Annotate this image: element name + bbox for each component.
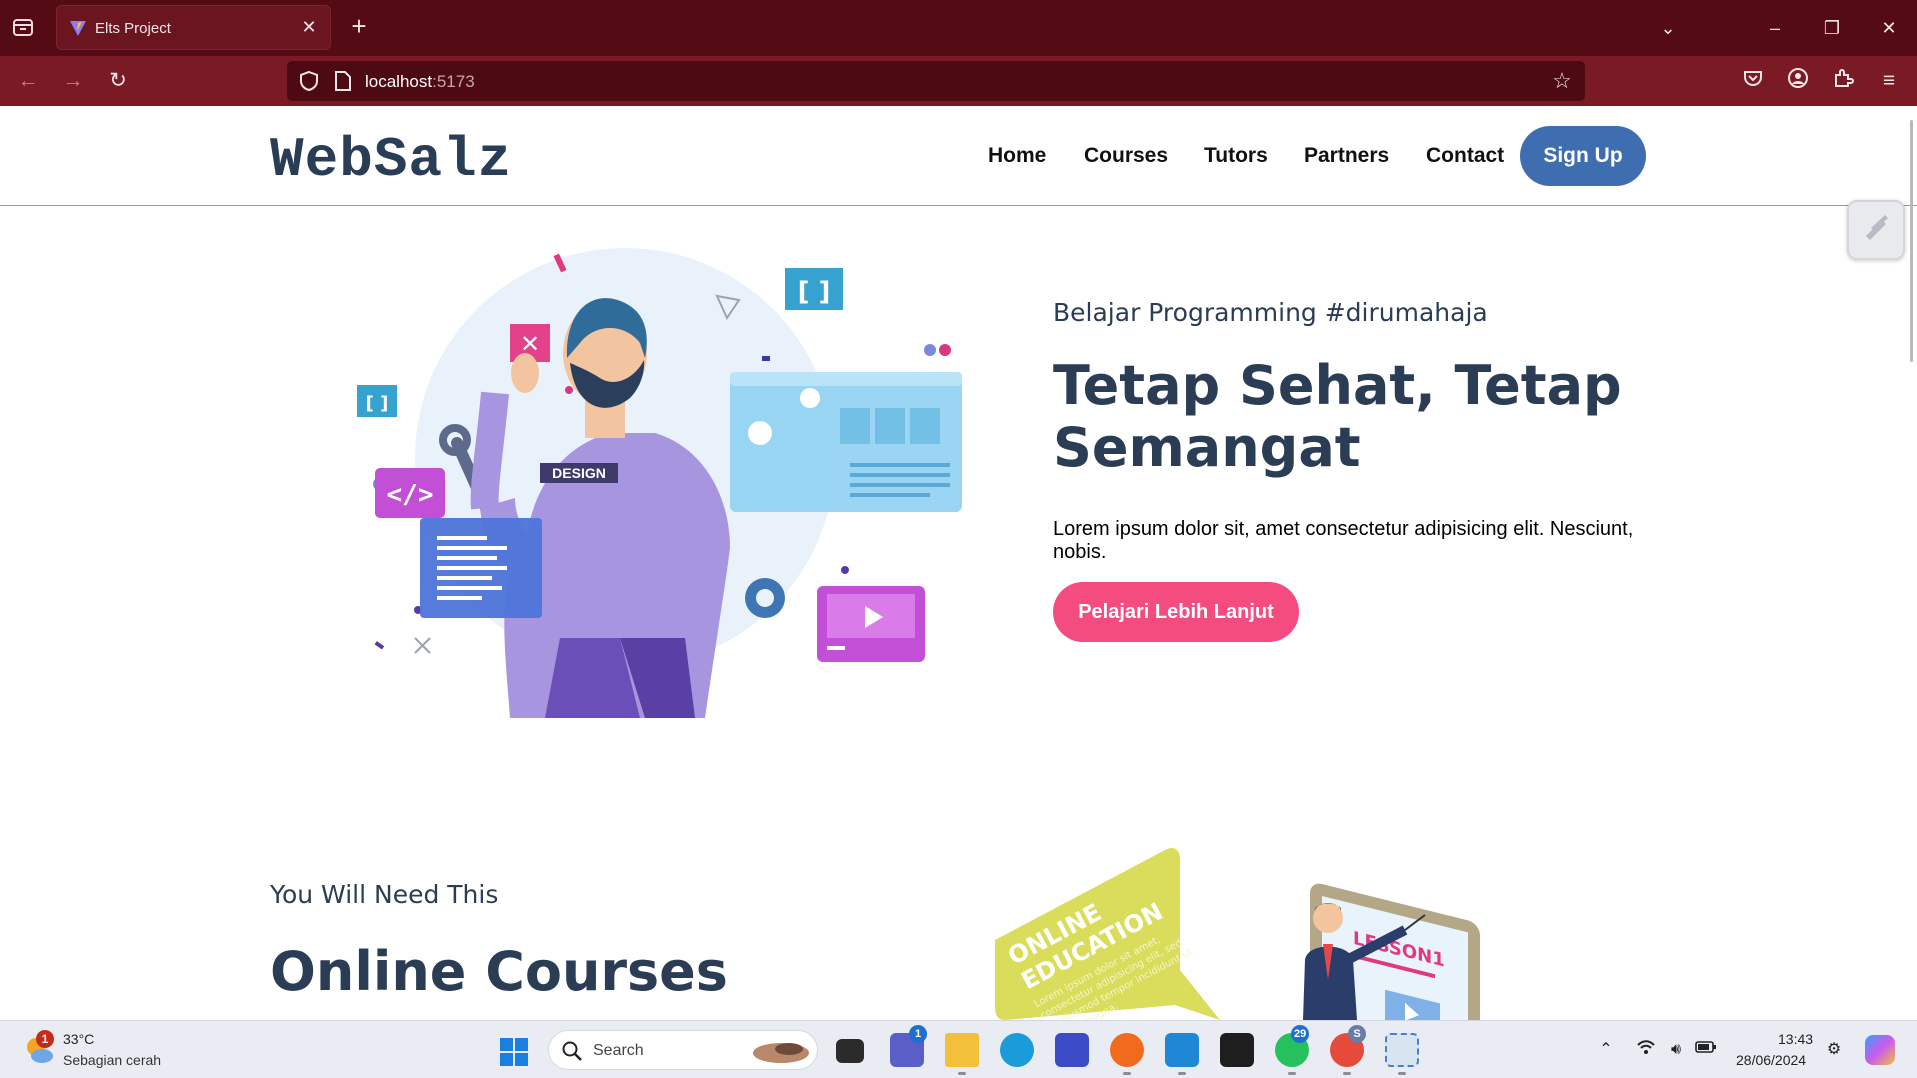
battery-icon[interactable] — [1694, 1038, 1718, 1062]
tracking-shield-icon[interactable] — [297, 69, 321, 93]
edge-icon[interactable] — [1000, 1033, 1034, 1067]
tab-overflow-chevron-icon[interactable]: ⌄ — [1653, 14, 1683, 42]
courses-title: Online Courses — [270, 940, 728, 1003]
online-education-illustration: ONLINE EDUCATION Lorem ipsum dolor sit a… — [995, 848, 1480, 1020]
site-header: WebSalz Home Courses Tutors Partners Con… — [0, 106, 1917, 206]
nav-home[interactable]: Home — [988, 144, 1046, 168]
snipping-tool-icon[interactable] — [1385, 1033, 1419, 1067]
page-scrollbar-thumb[interactable] — [1910, 120, 1913, 362]
hero-tagline: Belajar Programming #dirumahaja — [1053, 298, 1488, 327]
copilot-icon[interactable] — [1865, 1035, 1895, 1065]
notification-settings-icon[interactable]: ⚙︎ — [1822, 1038, 1846, 1062]
whatsapp-running-indicator — [1288, 1072, 1296, 1075]
new-tab-icon[interactable]: + — [346, 13, 372, 39]
weather-condition[interactable]: Sebagian cerah — [63, 1052, 161, 1068]
teams-badge: 1 — [909, 1025, 927, 1043]
task-view-icon[interactable] — [836, 1039, 864, 1063]
hero-description: Lorem ipsum dolor sit, amet consectetur … — [1053, 518, 1634, 563]
tab-title: Elts Project — [95, 20, 171, 37]
hero-title: Tetap Sehat, Tetap Semangat — [1053, 354, 1622, 479]
firefox-running-indicator — [1123, 1072, 1131, 1075]
nav-courses[interactable]: Courses — [1084, 144, 1168, 168]
clock-time[interactable]: 13:43 — [1778, 1031, 1813, 1047]
vite-favicon-icon — [70, 21, 86, 36]
close-tab-icon[interactable]: ✕ — [298, 16, 320, 38]
tab-list-icon[interactable] — [10, 16, 36, 40]
account-icon[interactable] — [1783, 67, 1813, 95]
developer-design-illustration: [ ] [ ] ✕ DESIGN </> — [357, 248, 962, 718]
firefox-icon[interactable] — [1110, 1033, 1144, 1067]
lightning-icon — [1866, 215, 1888, 240]
minimize-window-icon[interactable]: – — [1760, 14, 1790, 42]
clock-date[interactable]: 28/06/2024 — [1736, 1052, 1806, 1068]
file-explorer-icon[interactable] — [945, 1033, 979, 1067]
url-host: localhost — [365, 72, 433, 91]
file-explorer-running-indicator — [958, 1072, 966, 1075]
windows-taskbar: 1 33°C Sebagian cerah Search 1 29 S ⌃ 🔊︎… — [0, 1020, 1917, 1078]
taskbar-search-box[interactable]: Search — [548, 1030, 818, 1070]
signup-button[interactable]: Sign Up — [1520, 126, 1646, 186]
page-info-icon[interactable] — [333, 70, 353, 92]
snipping-tool-running-indicator — [1398, 1072, 1406, 1075]
pocket-icon[interactable] — [1738, 67, 1768, 95]
brackets-box-left: [ ] — [366, 393, 389, 414]
url-port: :5173 — [432, 72, 475, 91]
weather-notification-badge: 1 — [36, 1030, 54, 1048]
wifi-icon[interactable] — [1634, 1038, 1658, 1062]
brackets-box-right: [ ] — [798, 277, 831, 307]
mathpix-app-icon[interactable] — [1055, 1033, 1089, 1067]
courses-subtitle: You Will Need This — [270, 880, 499, 909]
extensions-icon[interactable] — [1828, 67, 1858, 95]
url-text[interactable]: localhost:5173 — [365, 72, 475, 92]
vscode-running-indicator — [1178, 1072, 1186, 1075]
search-label: Search — [593, 1042, 644, 1059]
nav-partners[interactable]: Partners — [1304, 144, 1389, 168]
close-window-icon[interactable]: ✕ — [1874, 14, 1904, 42]
back-arrow-icon[interactable]: ← — [13, 67, 43, 95]
volume-icon[interactable]: 🔊︎ — [1664, 1038, 1688, 1062]
browser-tab-bar: Elts Project ✕ + ⌄ – ❐ ✕ — [0, 0, 1917, 56]
site-logo[interactable]: WebSalz — [270, 128, 512, 192]
show-hidden-icons-chevron-icon[interactable]: ⌃ — [1594, 1038, 1618, 1062]
menu-hamburger-icon[interactable]: ≡ — [1874, 67, 1904, 95]
weather-temperature[interactable]: 33°C — [63, 1031, 94, 1047]
restore-window-icon[interactable]: ❐ — [1817, 14, 1847, 42]
bookmark-star-icon[interactable]: ☆ — [1549, 68, 1575, 94]
search-icon — [562, 1041, 582, 1061]
browser-tab-active[interactable]: Elts Project ✕ — [56, 5, 331, 50]
browser-toolbar: ← → ↻ localhost:5173 ☆ ≡ — [0, 56, 1917, 106]
address-bar[interactable]: localhost:5173 ☆ — [287, 61, 1585, 101]
chrome-profile-badge: S — [1348, 1025, 1366, 1043]
nav-contact[interactable]: Contact — [1426, 144, 1504, 168]
nav-tutors[interactable]: Tutors — [1204, 144, 1268, 168]
code-tag-card: </> — [387, 480, 434, 510]
shirt-label: DESIGN — [552, 465, 606, 481]
windows-start-icon[interactable] — [499, 1037, 529, 1067]
chrome-running-indicator — [1343, 1072, 1351, 1075]
floating-extension-widget[interactable] — [1847, 200, 1905, 260]
figma-icon[interactable] — [1220, 1033, 1254, 1067]
learn-more-button[interactable]: Pelajari Lebih Lanjut — [1053, 582, 1299, 642]
search-highlight-image-icon — [753, 1043, 809, 1063]
forward-arrow-icon[interactable]: → — [58, 67, 88, 95]
vscode-icon[interactable] — [1165, 1033, 1199, 1067]
reload-icon[interactable]: ↻ — [103, 67, 133, 95]
